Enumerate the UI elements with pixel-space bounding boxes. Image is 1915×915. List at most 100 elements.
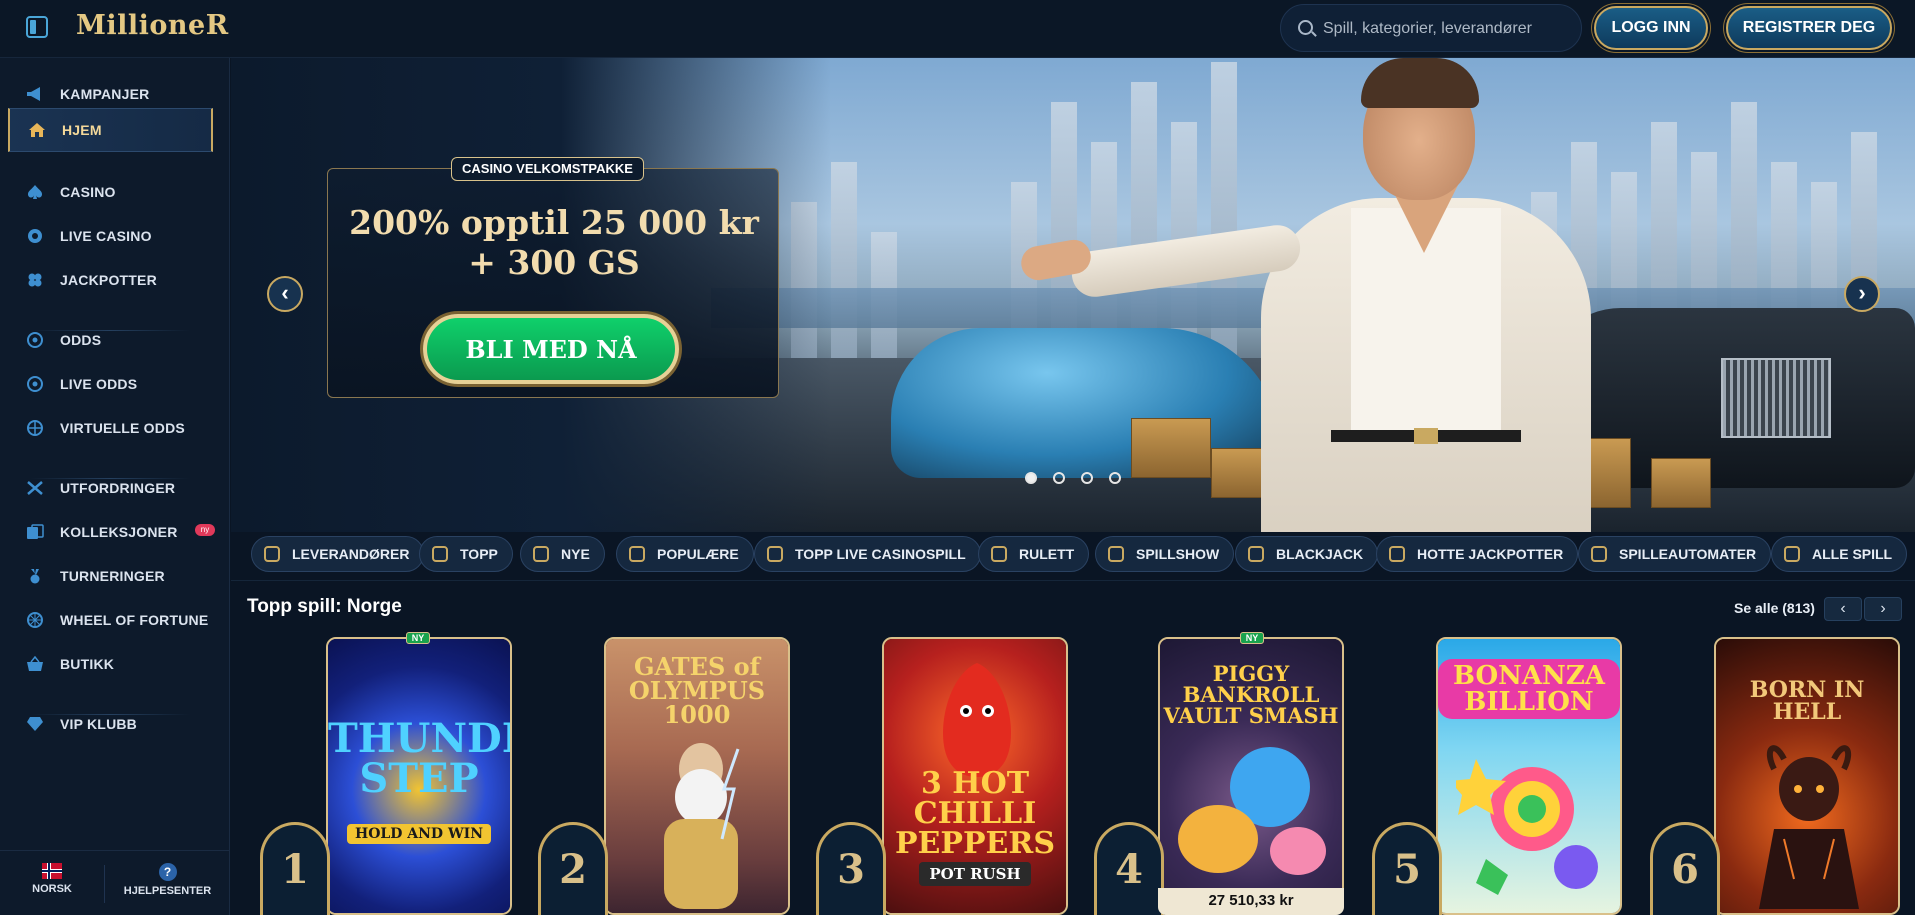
category-bar: LEVERANDØRER TOPP NYE POPULÆRE TOPP LIVE… bbox=[231, 532, 1915, 580]
promo-box: CASINO VELKOMSTPAKKE 200% opptil 25 000 … bbox=[327, 157, 779, 398]
demon-figure bbox=[1759, 745, 1859, 909]
sidebar-item-utfordringer[interactable]: UTFORDRINGER bbox=[8, 466, 213, 510]
category-nye[interactable]: NYE bbox=[520, 536, 605, 572]
game-title: BORN IN HELL bbox=[1749, 677, 1865, 725]
slide-dot[interactable] bbox=[1081, 472, 1093, 484]
new-badge: ny bbox=[195, 524, 215, 536]
sidebar-item-live-odds[interactable]: LIVE ODDS bbox=[8, 362, 213, 406]
section-title: Topp spill: Norge bbox=[247, 596, 402, 617]
category-spillshow[interactable]: SPILLSHOW bbox=[1095, 536, 1235, 572]
new-badge: NY bbox=[1240, 632, 1264, 644]
collections-icon bbox=[26, 524, 44, 540]
sidebar-item-label: ODDS bbox=[60, 332, 102, 348]
game-subtitle: HOLD AND WIN bbox=[328, 824, 510, 844]
sidebar-toggle-icon[interactable] bbox=[26, 16, 48, 38]
language-selector[interactable]: NORSK bbox=[22, 863, 82, 895]
banner-next-button[interactable]: › bbox=[1844, 276, 1880, 312]
slide-dot[interactable] bbox=[1109, 472, 1121, 484]
sidebar-item-label: BUTIKK bbox=[60, 656, 115, 672]
category-rulett[interactable]: RULETT bbox=[978, 536, 1090, 572]
megaphone-icon bbox=[26, 86, 44, 102]
live-ball-icon bbox=[26, 376, 44, 392]
search-box[interactable] bbox=[1280, 4, 1582, 52]
rank-badge: 3 bbox=[816, 822, 886, 915]
search-input[interactable] bbox=[1323, 17, 1573, 41]
game-title: PIGGY BANKROLL VAULT SMASH bbox=[1163, 661, 1339, 728]
slide-dot[interactable] bbox=[1025, 472, 1037, 484]
sidebar-item-kolleksjoner[interactable]: KOLLEKSJONER ny bbox=[8, 510, 215, 554]
wheel-icon bbox=[26, 612, 44, 628]
join-now-button[interactable]: BLI MED NÅ bbox=[423, 314, 679, 384]
category-populaere[interactable]: POPULÆRE bbox=[616, 536, 754, 572]
new-badge: NY bbox=[406, 632, 430, 644]
sidebar-item-vip-klubb[interactable]: VIP KLUBB bbox=[8, 702, 213, 746]
game-card-gates-of-olympus-1000[interactable]: GATES of OLYMPUS 1000 bbox=[604, 637, 790, 915]
top-header: MillioneR LOGG INN REGISTRER DEG bbox=[0, 0, 1915, 58]
help-label: HJELPESENTER bbox=[123, 885, 212, 897]
slide-indicators bbox=[1025, 472, 1121, 484]
sidebar-item-label: VIRTUELLE ODDS bbox=[60, 420, 185, 436]
game-title: BONANZA BILLION bbox=[1438, 659, 1620, 719]
game-card-3-hot-chilli-peppers[interactable]: 3 HOT CHILLI PEPPERS POT RUSH bbox=[882, 637, 1068, 915]
sidebar-item-butikk[interactable]: BUTIKK bbox=[8, 642, 213, 686]
cards-icon bbox=[1248, 546, 1264, 562]
spade-icon bbox=[26, 184, 44, 200]
book-icon bbox=[264, 546, 280, 562]
promo-banner[interactable]: CASINO VELKOMSTPAKKE 200% opptil 25 000 … bbox=[231, 58, 1915, 532]
sidebar-item-casino[interactable]: CASINO bbox=[8, 170, 213, 214]
microphone-icon bbox=[1108, 546, 1124, 562]
games-prev-button[interactable]: ‹ bbox=[1824, 597, 1862, 621]
sidebar: KAMPANJER HJEM CASINO LIVE CASINO JACKPO… bbox=[0, 58, 230, 915]
game-card-piggy-bankroll-vault-smash[interactable]: PIGGY BANKROLL VAULT SMASH bbox=[1158, 637, 1344, 915]
category-leverandorer[interactable]: LEVERANDØRER bbox=[251, 536, 425, 572]
games-next-button[interactable]: › bbox=[1864, 597, 1902, 621]
pepper-mascot bbox=[943, 663, 1011, 777]
slide-dot[interactable] bbox=[1053, 472, 1065, 484]
soccer-ball-icon bbox=[26, 332, 44, 348]
login-button[interactable]: LOGG INN bbox=[1594, 6, 1708, 50]
sidebar-item-wheel-of-fortune[interactable]: WHEEL OF FORTUNE bbox=[8, 598, 213, 642]
chip-icon bbox=[26, 228, 44, 244]
category-spilleautomater[interactable]: SPILLEAUTOMATER bbox=[1578, 536, 1772, 572]
promo-title: 200% opptil 25 000 kr + 300 GS bbox=[349, 203, 759, 282]
game-title: THUNDER STEP bbox=[328, 715, 510, 802]
lightning-icon bbox=[533, 546, 549, 562]
help-icon: ? bbox=[158, 863, 177, 881]
game-card-thunder-step[interactable]: THUNDER STEP HOLD AND WIN bbox=[326, 637, 512, 915]
help-center-link[interactable]: ? HJELPESENTER bbox=[110, 863, 225, 897]
all-games-icon bbox=[1784, 546, 1800, 562]
home-icon bbox=[28, 122, 46, 138]
sidebar-item-virtuelle-odds[interactable]: VIRTUELLE ODDS bbox=[8, 406, 213, 450]
rank-badge: 2 bbox=[538, 822, 608, 915]
see-all-link[interactable]: Se alle (813) bbox=[1734, 600, 1815, 616]
sidebar-item-jackpotter[interactable]: JACKPOTTER bbox=[8, 258, 213, 302]
swords-icon bbox=[26, 480, 44, 496]
sidebar-item-hjem[interactable]: HJEM bbox=[8, 108, 213, 152]
sidebar-item-live-casino[interactable]: LIVE CASINO bbox=[8, 214, 213, 258]
logo[interactable]: MillioneR bbox=[76, 10, 229, 41]
category-topp[interactable]: TOPP bbox=[419, 536, 513, 572]
crown-icon bbox=[432, 546, 448, 562]
banner-prev-button[interactable]: ‹ bbox=[267, 276, 303, 312]
clover-icon bbox=[26, 272, 44, 288]
diamond-icon bbox=[26, 716, 44, 732]
sidebar-item-label: JACKPOTTER bbox=[60, 272, 157, 288]
game-subtitle: POT RUSH bbox=[884, 862, 1066, 886]
game-card-bonanza-billion[interactable]: BONANZA BILLION bbox=[1436, 637, 1622, 915]
category-blackjack[interactable]: BLACKJACK bbox=[1235, 536, 1379, 572]
sidebar-item-label: KOLLEKSJONER bbox=[60, 524, 178, 540]
category-hotte-jackpotter[interactable]: HOTTE JACKPOTTER bbox=[1376, 536, 1579, 572]
sidebar-item-label: WHEEL OF FORTUNE bbox=[60, 612, 209, 628]
sidebar-item-label: CASINO bbox=[60, 184, 116, 200]
category-alle-spill[interactable]: ALLE SPILL bbox=[1771, 536, 1908, 572]
sidebar-item-turneringer[interactable]: TURNERINGER bbox=[8, 554, 213, 598]
game-card-born-in-hell[interactable]: BORN IN HELL bbox=[1714, 637, 1900, 915]
virtual-ball-icon bbox=[26, 420, 44, 436]
rank-badge: 1 bbox=[260, 822, 330, 915]
norway-flag-icon bbox=[42, 863, 62, 879]
sidebar-item-odds[interactable]: ODDS bbox=[8, 318, 213, 362]
category-topp-live-casinospill[interactable]: TOPP LIVE CASINOSPILL bbox=[754, 536, 981, 572]
slot-machine-icon bbox=[1591, 546, 1607, 562]
register-button[interactable]: REGISTRER DEG bbox=[1726, 6, 1892, 50]
chili-icon bbox=[1389, 546, 1405, 562]
